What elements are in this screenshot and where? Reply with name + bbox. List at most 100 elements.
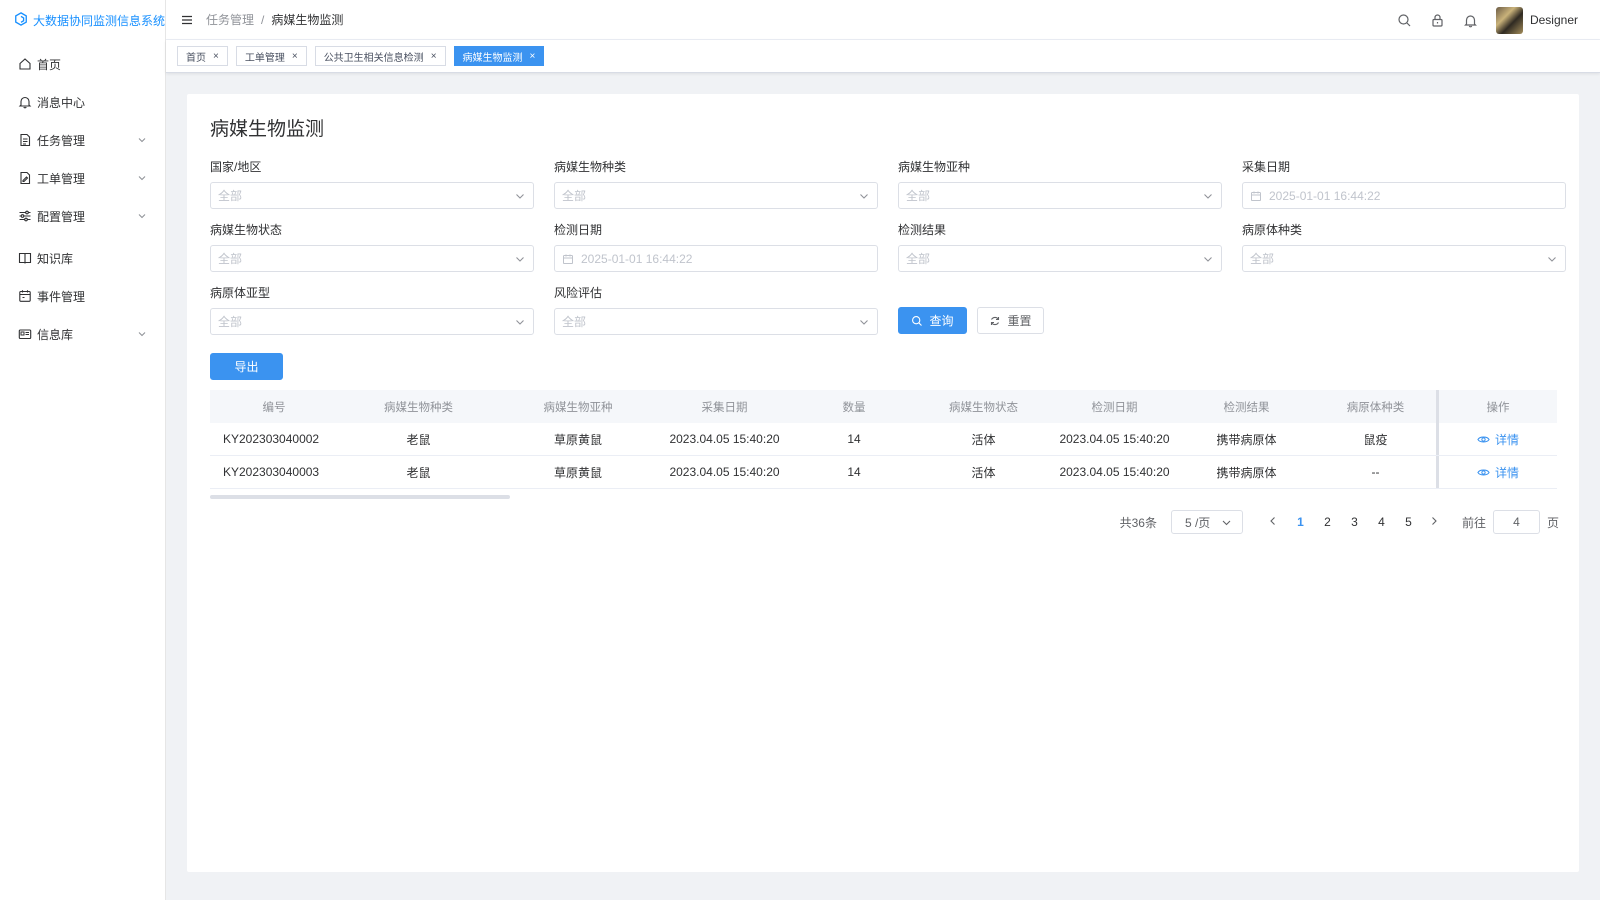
filter-label: 检测结果 — [898, 223, 947, 237]
sidebar-item-tasks[interactable]: 任务管理 — [0, 122, 165, 158]
detail-link-label: 详情 — [1494, 465, 1519, 480]
pagination-total: 共36条 — [1119, 515, 1157, 530]
select-placeholder: 全部 — [218, 315, 243, 329]
close-icon[interactable]: × — [292, 51, 298, 62]
sidebar: 大数据协同监测信息系统 首页 消息中心 任务管理 工单管理 配置管理 知识库 事… — [0, 0, 166, 900]
sidebar-item-label: 任务管理 — [37, 133, 86, 148]
tag-vector-monitoring[interactable]: 病媒生物监测 × — [453, 46, 545, 66]
column-header: 采集日期 — [701, 401, 748, 414]
select-placeholder: 全部 — [562, 189, 587, 203]
reset-button[interactable]: 重置 — [977, 307, 1044, 334]
page-number[interactable]: 3 — [1341, 515, 1368, 529]
search-icon — [911, 315, 923, 327]
tag-home[interactable]: 首页 × — [177, 46, 228, 66]
column-header: 检测结果 — [1223, 401, 1270, 414]
next-page-icon[interactable] — [1428, 515, 1442, 529]
sidebar-item-label: 配置管理 — [37, 209, 86, 224]
sidebar-item-events[interactable]: 事件管理 — [0, 278, 165, 314]
eye-icon — [1477, 433, 1490, 446]
tag-workorders[interactable]: 工单管理 × — [235, 46, 307, 66]
app-logo[interactable]: 大数据协同监测信息系统 — [0, 0, 165, 40]
chevron-down-icon — [514, 316, 526, 328]
vector-subspecies-select[interactable]: 全部 — [898, 182, 1222, 209]
page-number[interactable]: 1 — [1287, 515, 1314, 529]
sidebar-item-messages[interactable]: 消息中心 — [0, 84, 165, 120]
sidebar-item-infobase[interactable]: 信息库 — [0, 316, 165, 352]
id-card-icon — [18, 327, 32, 341]
cell-detect-date: 2023.04.05 15:40:20 — [1059, 465, 1170, 479]
tag-public-health[interactable]: 公共卫生相关信息检测 × — [314, 46, 446, 66]
close-icon[interactable]: × — [213, 51, 219, 62]
pathogen-type-select[interactable]: 全部 — [1242, 245, 1566, 272]
column-header: 数量 — [842, 401, 866, 414]
query-button[interactable]: 查询 — [898, 307, 967, 334]
filter-vector-subspecies: 病媒生物亚种 全部 — [898, 159, 1222, 209]
breadcrumb: 任务管理 / 病媒生物监测 — [206, 11, 343, 28]
chevron-down-icon — [858, 190, 870, 202]
detail-link[interactable]: 详情 — [1477, 464, 1519, 481]
sliders-icon — [18, 209, 32, 223]
filter-pathogen-type: 病原体种类 全部 — [1242, 222, 1566, 272]
cell-detect-result: 携带病原体 — [1216, 432, 1277, 447]
page-number[interactable]: 4 — [1368, 515, 1395, 529]
sidebar-item-label: 工单管理 — [37, 171, 86, 186]
sidebar-item-knowledge[interactable]: 知识库 — [0, 240, 165, 276]
search-icon[interactable] — [1397, 13, 1412, 28]
chevron-down-icon — [1202, 190, 1214, 202]
select-placeholder: 全部 — [906, 252, 931, 266]
sidebar-item-config[interactable]: 配置管理 — [0, 198, 165, 234]
cell-vector-status: 活体 — [971, 465, 996, 480]
vector-status-select[interactable]: 全部 — [210, 245, 534, 272]
chevron-down-icon — [514, 253, 526, 265]
page-size-value: 5 /页 — [1184, 515, 1211, 530]
page-number[interactable]: 2 — [1314, 515, 1341, 529]
select-placeholder: 全部 — [1250, 252, 1275, 266]
risk-assessment-select[interactable]: 全部 — [554, 308, 878, 335]
country-select[interactable]: 全部 — [210, 182, 534, 209]
jump-page-input[interactable]: 4 — [1492, 510, 1540, 534]
tag-label: 首页 — [186, 52, 206, 64]
pathogen-subtype-select[interactable]: 全部 — [210, 308, 534, 335]
vector-type-select[interactable]: 全部 — [554, 182, 878, 209]
close-icon[interactable]: × — [530, 51, 536, 62]
select-placeholder: 全部 — [218, 252, 243, 266]
filter-collect-date: 采集日期 2025-01-01 16:44:22 — [1242, 159, 1566, 209]
notification-bell-icon[interactable] — [1463, 13, 1478, 28]
sidebar-item-home[interactable]: 首页 — [0, 46, 165, 82]
filter-label: 国家/地区 — [210, 160, 262, 174]
collect-date-picker[interactable]: 2025-01-01 16:44:22 — [1242, 182, 1566, 209]
hamburger-menu-icon[interactable] — [180, 13, 194, 27]
detect-result-select[interactable]: 全部 — [898, 245, 1222, 272]
detect-date-picker[interactable]: 2025-01-01 16:44:22 — [554, 245, 878, 272]
sidebar-item-workorders[interactable]: 工单管理 — [0, 160, 165, 196]
filter-detect-result: 检测结果 全部 — [898, 222, 1222, 272]
page-number[interactable]: 5 — [1395, 515, 1422, 529]
breadcrumb-current: 病媒生物监测 — [271, 13, 344, 27]
data-table: 编号 病媒生物种类 病媒生物亚种 采集日期 数量 病媒生物状态 检测日期 检测结… — [210, 390, 1557, 489]
close-icon[interactable]: × — [431, 51, 437, 62]
date-placeholder: 2025-01-01 16:44:22 — [1269, 188, 1381, 203]
tag-label: 公共卫生相关信息检测 — [323, 52, 424, 64]
column-header: 病媒生物亚种 — [543, 401, 613, 414]
prev-page-icon[interactable] — [1267, 515, 1281, 529]
page-title: 病媒生物监测 — [210, 119, 325, 140]
filter-label: 病媒生物亚种 — [898, 160, 971, 174]
export-button[interactable]: 导出 — [210, 353, 283, 380]
cell-id: KY202303040003 — [223, 465, 320, 479]
table-row: KY202303040002 老鼠 草原黄鼠 2023.04.05 15:40:… — [210, 423, 1557, 456]
detail-link[interactable]: 详情 — [1477, 431, 1519, 448]
page-size-select[interactable]: 5 /页 — [1170, 510, 1243, 534]
filter-label: 病媒生物状态 — [210, 223, 283, 237]
breadcrumb-parent[interactable]: 任务管理 — [206, 11, 254, 28]
avatar[interactable] — [1495, 6, 1523, 34]
table-row: KY202303040003 老鼠 草原黄鼠 2023.04.05 15:40:… — [210, 456, 1557, 489]
cell-actions: 详情 — [1436, 456, 1557, 488]
filter-label: 病媒生物种类 — [554, 160, 627, 174]
cell-pathogen-type: 鼠疫 — [1363, 432, 1388, 447]
chevron-down-icon — [137, 173, 147, 183]
sidebar-item-label: 首页 — [37, 57, 62, 72]
sidebar-item-label: 信息库 — [37, 327, 74, 342]
lock-icon[interactable] — [1430, 13, 1445, 28]
table-horizontal-scrollbar[interactable] — [210, 495, 510, 499]
user-name[interactable]: Designer — [1530, 13, 1578, 27]
